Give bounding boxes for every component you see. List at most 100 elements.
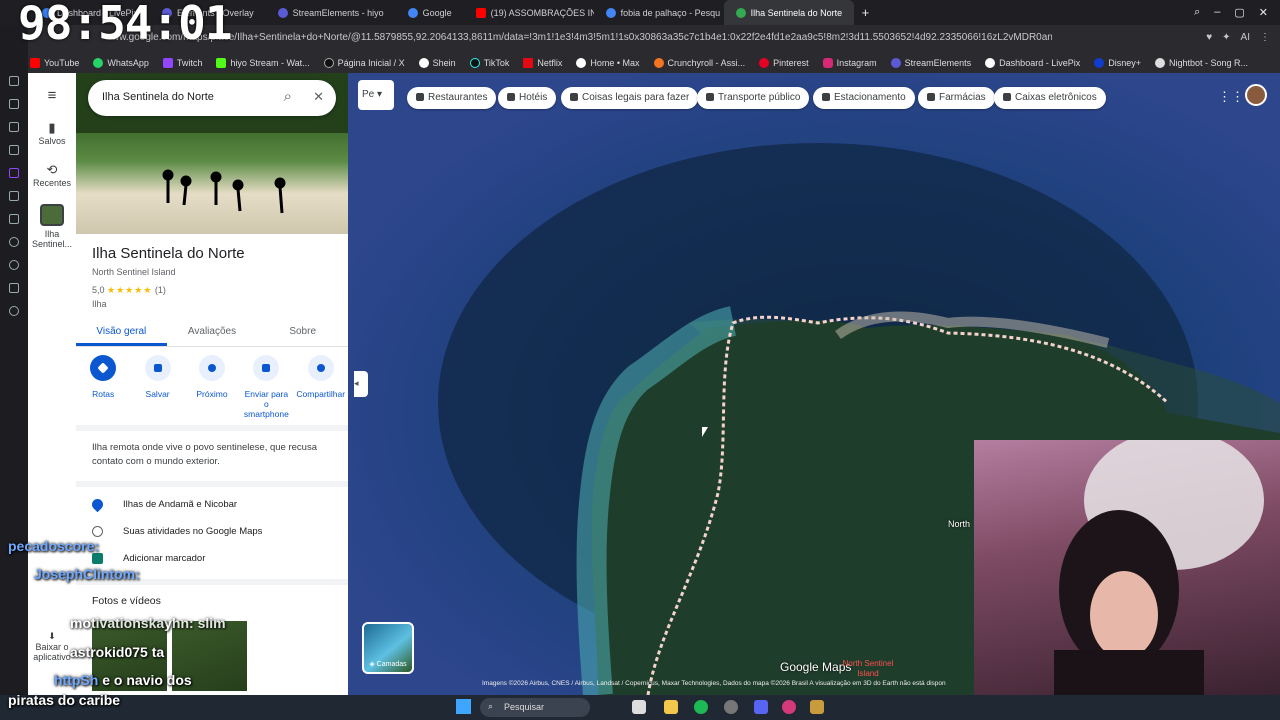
chip-things-to-do[interactable]: Coisas legais para fazer [561,87,699,109]
bookmark-max[interactable]: Home • Max [576,58,640,68]
avatar[interactable] [1245,84,1267,106]
tab-maps[interactable]: Ilha Sentinela do Norte [723,0,854,25]
map-attribution: Imagens ©2026 Airbus, CNES / Airbus, Lan… [482,680,946,687]
rail-place[interactable]: Ilha Sentinel... [28,188,76,249]
chip-restaurants[interactable]: Restaurantes [407,87,497,109]
url-field[interactable]: ww.google.com/maps/place/Ilha+Sentinela+… [112,32,1052,43]
bookmark-netflix[interactable]: Netflix [523,58,562,68]
sidebar-tool-icon[interactable] [9,214,19,224]
webcam-overlay [974,440,1280,695]
search-box[interactable]: Ilha Sentinela do Norte ⌕ ✕ [88,80,336,116]
extensions-icon[interactable]: ✦ [1222,32,1230,43]
save-button[interactable]: Salvar [133,355,183,419]
nearby-button[interactable]: Próximo [187,355,237,419]
spotify-icon[interactable] [694,700,708,714]
directions-button[interactable]: Rotas [78,355,128,419]
tab-reviews[interactable]: Avaliações [167,321,258,346]
bookmark-whatsapp[interactable]: WhatsApp [93,58,149,68]
tab-overview[interactable]: Visão geral [76,321,167,346]
maximize-icon[interactable]: ▢ [1234,6,1244,19]
bookmark-nightbot[interactable]: Nightbot - Song R... [1154,58,1248,68]
taskview-icon[interactable] [632,700,646,714]
chat-line: JosephClintom: [34,566,140,582]
history-icon[interactable] [9,260,19,270]
close-icon[interactable]: ✕ [313,89,324,105]
new-tab-button[interactable]: + [854,5,878,20]
bookmark-instagram[interactable]: Instagram [822,58,877,68]
windows-taskbar: ⌕ Pesquisar [0,695,1280,720]
place-panel: Ilha Sentinela do Norte North Sentinel I… [76,73,348,695]
row-activity[interactable]: Suas atividades no Google Maps [92,526,262,537]
mouse-cursor [702,427,708,437]
layers-button[interactable]: ◈ Camadas [362,622,414,674]
league-icon[interactable] [810,700,824,714]
chip-atms[interactable]: Caixas eletrônicos [994,87,1106,109]
send-to-phone-button[interactable]: Enviar para o smartphone [241,355,291,419]
taskbar-search[interactable]: ⌕ Pesquisar [480,698,590,717]
history-icon: ⟲ [46,162,58,177]
search-icon[interactable]: ⌕ [284,88,292,105]
twitch-icon[interactable] [9,168,19,178]
label-icon [92,553,103,564]
star-rating-icon: ★★★★★ [107,285,153,295]
ai-icon[interactable]: AI [1241,32,1250,43]
windows-start-icon[interactable] [456,699,471,714]
menu-icon[interactable]: ⋮ [1260,32,1270,43]
bookmark-icon[interactable]: ♥ [1206,32,1212,43]
bookmark-shein[interactable]: Shein [418,58,456,68]
bookmark-x[interactable]: Página Inicial / X [323,58,405,68]
x-icon[interactable] [9,191,19,201]
google-icon [605,7,616,18]
place-rating[interactable]: 5,0 ★★★★★ (1) [92,285,166,296]
bookmark-pinterest[interactable]: Pinterest [759,58,809,68]
tab-streamelements[interactable]: StreamElements - hiyo [266,0,396,25]
menu-hamburger-icon[interactable]: ≡ [28,73,76,104]
streamelements-icon [277,7,288,18]
search-icon: ⌕ [488,701,494,711]
sidebar-tool-icon[interactable] [9,76,19,86]
tab-search[interactable]: fobia de palhaço - Pesqu [594,0,724,25]
bookmark-crunchyroll[interactable]: Crunchyroll - Assi... [653,58,745,68]
rail-recent[interactable]: ⟲ Recentes [28,146,76,188]
settings-icon[interactable] [9,306,19,316]
tab-google[interactable]: Google [396,0,464,25]
file-explorer-icon[interactable] [664,700,678,714]
sidebar-tool-icon[interactable] [9,99,19,109]
chip-hotels[interactable]: Hotéis [498,87,557,109]
chat-line: motivationskayhn: slim [70,615,226,631]
category-dropdown[interactable]: Pe ▾ [358,80,394,110]
sidebar-tool-icon[interactable] [9,145,19,155]
close-icon[interactable]: ✕ [1259,6,1268,19]
bookmark-youtube[interactable]: YouTube [30,58,79,68]
collapse-panel-button[interactable]: ◂ [354,371,368,397]
row-add-label[interactable]: Adicionar marcador [92,553,205,564]
search-input[interactable]: Ilha Sentinela do Norte [102,91,214,103]
place-type: Ilha [92,299,107,309]
bookmark-disney[interactable]: Disney+ [1094,58,1141,68]
bookmark-tiktok[interactable]: TikTok [469,58,509,68]
share-button[interactable]: Compartilhar [296,355,346,419]
bookmark-streamelements[interactable]: StreamElements [890,58,971,68]
chip-pharmacies[interactable]: Farmácias [918,87,995,109]
rail-download-app[interactable]: ⬇ Baixar o aplicativo [28,631,76,662]
search-tabs-icon[interactable]: ⌕ [1194,6,1200,19]
puzzle-icon[interactable] [9,283,19,293]
sidebar-tool-icon[interactable] [9,122,19,132]
youtube-icon [30,58,40,68]
share-icon [307,355,334,381]
discord-icon[interactable] [754,700,768,714]
tab-about[interactable]: Sobre [257,321,348,346]
minimize-icon[interactable]: – [1214,6,1220,19]
bookmark-twitch[interactable]: Twitch [162,58,202,68]
rail-saved[interactable]: ▮ Salvos [28,104,76,146]
row-region[interactable]: Ilhas de Andamã e Nicobar [89,496,237,513]
tab-youtube[interactable]: (19) ASSOMBRAÇÕES IN [464,0,594,25]
chip-transit[interactable]: Transporte público [697,87,810,109]
bookmark-hiyo[interactable]: hiyo Stream - Wat... [216,58,310,68]
obs-icon[interactable] [724,700,738,714]
opera-icon[interactable] [782,700,796,714]
sidebar-tool-icon[interactable] [9,237,19,247]
chip-parking[interactable]: Estacionamento [813,87,915,109]
bookmark-livepix[interactable]: Dashboard - LivePix [985,58,1080,68]
apps-grid-icon[interactable]: ⋮⋮ [1218,89,1244,105]
